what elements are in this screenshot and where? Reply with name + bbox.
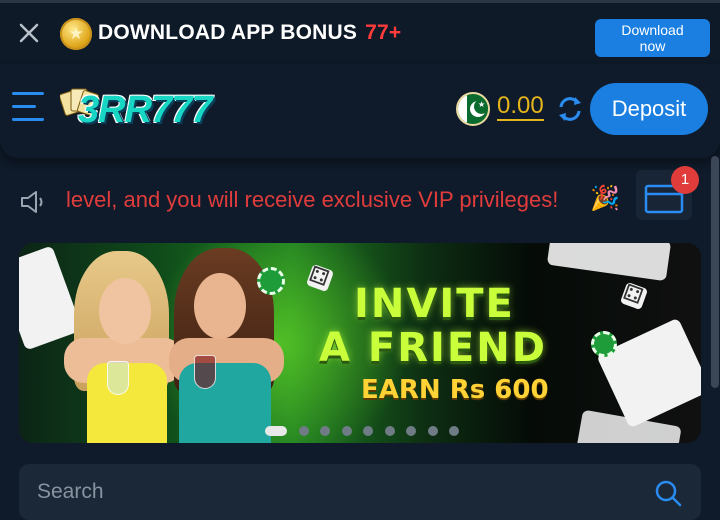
search-icon[interactable] bbox=[653, 478, 683, 508]
party-popper-icon: 🎉 bbox=[590, 185, 620, 212]
search-input[interactable] bbox=[37, 474, 637, 510]
banner-headline-2: A FRIEND bbox=[319, 325, 547, 371]
banner-dot-7[interactable] bbox=[406, 426, 416, 436]
banner-dot-2[interactable] bbox=[298, 426, 309, 436]
announcement-marquee: level, and you will receive exclusive VI… bbox=[0, 170, 720, 230]
download-promo-bar: DOWNLOAD APP BONUS77+ Download now bbox=[0, 0, 720, 64]
banner-headline-1: INVITE bbox=[354, 281, 515, 327]
invite-friend-banner[interactable]: INVITE A FRIEND EARN Rs 600 bbox=[19, 243, 701, 443]
banner-pagination bbox=[0, 426, 720, 436]
banner-dot-9[interactable] bbox=[449, 426, 459, 436]
balance-amount[interactable]: 0.00 bbox=[497, 93, 544, 121]
banner-dot-6[interactable] bbox=[384, 426, 395, 436]
download-now-button[interactable]: Download now bbox=[595, 19, 710, 57]
promo-title: DOWNLOAD APP BONUS 77+ bbox=[98, 21, 402, 44]
pakistan-flag-icon: ★ bbox=[456, 92, 490, 126]
page: DOWNLOAD APP BONUS77+ Download now 3RR77… bbox=[0, 0, 720, 520]
banner-dot-3[interactable] bbox=[320, 426, 330, 436]
search-bar bbox=[19, 464, 701, 520]
banner-dot-8[interactable] bbox=[427, 426, 438, 436]
banner-dot-1[interactable] bbox=[265, 426, 287, 436]
coin-icon bbox=[60, 18, 92, 50]
refresh-icon[interactable] bbox=[555, 94, 585, 124]
speaker-icon bbox=[21, 191, 43, 213]
mail-count-badge: 1 bbox=[671, 166, 699, 194]
close-icon[interactable] bbox=[16, 20, 42, 46]
announcement-text: level, and you will receive exclusive VI… bbox=[66, 187, 559, 212]
hamburger-menu-icon[interactable] bbox=[12, 92, 44, 122]
bonus-value: 77+ bbox=[365, 21, 402, 44]
deposit-button[interactable]: Deposit bbox=[590, 83, 708, 135]
site-logo[interactable]: 3RR777 bbox=[60, 82, 216, 140]
logo-text: 3RR777 bbox=[78, 89, 212, 131]
banner-dot-5[interactable] bbox=[363, 426, 373, 436]
banner-earn-text: EARN Rs 600 bbox=[361, 375, 549, 405]
banner-dot-4[interactable] bbox=[341, 426, 352, 436]
